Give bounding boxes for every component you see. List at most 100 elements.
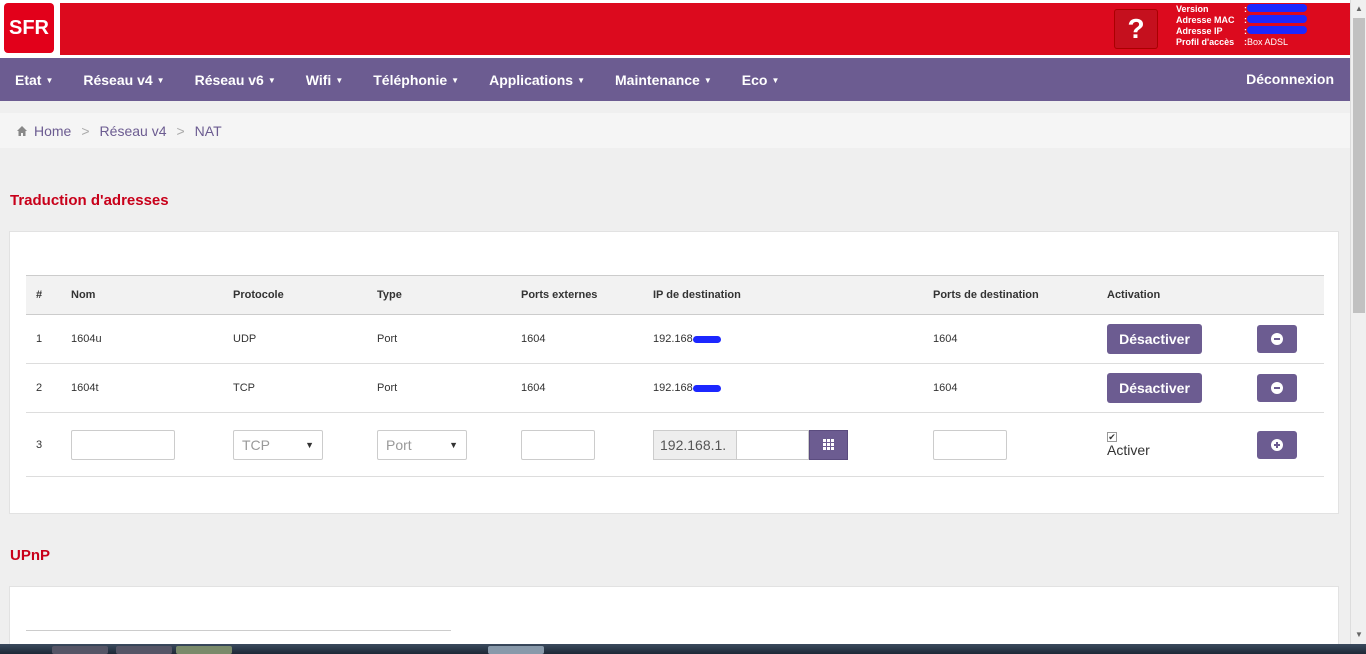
sfr-logo[interactable]: SFR (4, 3, 54, 53)
section-title-upnp: UPnP (10, 547, 51, 564)
activate-checkbox[interactable]: ✔ (1107, 431, 1117, 442)
new-rule-row: 3 TCP ▼ Port ▼ 192.168.1. ✔ Activer (26, 413, 1324, 477)
rule-destination-ports: 1604 (933, 333, 958, 345)
rule-destination-ip: 192.168 (653, 333, 693, 345)
nat-table: # Nom Protocole Type Ports externes IP d… (26, 275, 1324, 477)
rule-destination-ports: 1604 (933, 382, 958, 394)
row-number: 3 (36, 438, 43, 451)
ip-picker-button[interactable] (809, 429, 848, 460)
delete-rule-button[interactable] (1257, 325, 1297, 353)
redacted-mark (1247, 26, 1307, 34)
taskbar-app[interactable] (52, 646, 108, 654)
table-row: 2 1604t TCP Port 1604 192.168 1604 Désac… (26, 364, 1324, 413)
nav-applications[interactable]: Applications ▼ (474, 72, 600, 88)
redacted-mark (692, 335, 721, 343)
header: SFR ? Version: Adresse MAC: Adresse IP: … (0, 0, 1350, 58)
name-input[interactable] (71, 429, 175, 460)
caret-down-icon: ▼ (45, 76, 54, 86)
col-header: Ports externes (521, 289, 598, 301)
rule-name: 1604t (71, 382, 99, 394)
divider (26, 630, 451, 631)
nav-label: Réseau v6 (194, 71, 264, 88)
info-profile-value: Box ADSL (1247, 37, 1289, 47)
grid-icon (823, 439, 834, 450)
col-header: Activation (1107, 289, 1161, 301)
nav-label: Maintenance (615, 71, 700, 88)
delete-rule-button[interactable] (1257, 374, 1297, 402)
caret-down-icon: ▼ (267, 76, 276, 86)
ip-suffix-input[interactable] (736, 429, 809, 460)
nav-wifi[interactable]: Wifi ▼ (291, 72, 358, 88)
col-header: Protocole (233, 289, 284, 301)
rule-external-ports: 1604 (521, 382, 546, 394)
destination-ip-group: 192.168.1. (653, 429, 923, 460)
scrollbar-thumb[interactable] (1353, 18, 1365, 313)
rule-protocol: UDP (233, 333, 257, 345)
section-title-nat: Traduction d'adresses (10, 192, 169, 209)
caret-down-icon: ▼ (451, 76, 460, 86)
nav-eco[interactable]: Eco ▼ (727, 72, 795, 88)
help-button[interactable]: ? (1114, 9, 1158, 49)
scroll-up-icon[interactable]: ▲ (1355, 4, 1363, 13)
row-number: 1 (36, 333, 43, 345)
info-profile-label: Profil d'accès (1176, 37, 1235, 47)
add-rule-button[interactable] (1257, 430, 1297, 459)
upnp-panel (9, 586, 1339, 646)
nav-reseau-v6[interactable]: Réseau v6 ▼ (180, 72, 291, 88)
rule-external-ports: 1604 (521, 333, 546, 345)
redacted-mark (692, 384, 721, 392)
dropdown-arrow-icon: ▼ (449, 439, 458, 450)
rule-type: Port (377, 333, 398, 345)
minus-circle-icon (1271, 333, 1283, 345)
caret-down-icon: ▼ (335, 76, 344, 86)
table-header: # Nom Protocole Type Ports externes IP d… (26, 275, 1324, 315)
rule-protocol: TCP (233, 382, 255, 394)
caret-down-icon: ▼ (156, 76, 165, 86)
nav-etat[interactable]: Etat ▼ (0, 72, 68, 88)
destination-ports-input[interactable] (933, 429, 1007, 460)
col-header: Ports de destination (933, 289, 1039, 301)
breadcrumb-current: NAT (194, 122, 222, 139)
col-header: Type (377, 289, 402, 301)
plus-circle-icon (1271, 438, 1283, 451)
ip-prefix: 192.168.1. (653, 429, 736, 460)
breadcrumb-home[interactable]: Home (34, 123, 71, 139)
nav-reseau-v4[interactable]: Réseau v4 ▼ (68, 72, 179, 88)
nav-label: Réseau v4 (83, 71, 153, 88)
breadcrumb-reseau-v4[interactable]: Réseau v4 (100, 123, 167, 139)
deactivate-button[interactable]: Désactiver (1107, 324, 1202, 354)
scroll-down-icon[interactable]: ▼ (1355, 630, 1363, 639)
dropdown-arrow-icon: ▼ (305, 439, 314, 450)
minus-circle-icon (1271, 382, 1283, 394)
nav-label: Applications (489, 71, 574, 88)
scrollbar[interactable]: ▲ ▼ (1350, 0, 1366, 644)
rule-type: Port (377, 382, 398, 394)
caret-down-icon: ▼ (771, 76, 780, 86)
col-header: Nom (71, 289, 96, 301)
breadcrumb-separator: > (176, 122, 185, 139)
taskbar-app[interactable] (488, 646, 544, 654)
box-info: Version: Adresse MAC: Adresse IP: Profil… (1176, 4, 1307, 48)
col-header: IP de destination (653, 289, 741, 301)
nav-maintenance[interactable]: Maintenance ▼ (600, 72, 727, 88)
protocol-select[interactable]: TCP ▼ (233, 429, 323, 460)
nat-panel: # Nom Protocole Type Ports externes IP d… (9, 231, 1339, 514)
breadcrumb-separator: > (81, 122, 90, 139)
protocol-value: TCP (242, 436, 270, 453)
taskbar-app[interactable] (176, 646, 232, 654)
external-ports-input[interactable] (521, 429, 595, 460)
info-version-label: Version (1176, 4, 1209, 14)
taskbar (0, 644, 1366, 654)
col-header: # (36, 289, 43, 301)
nav-telephonie[interactable]: Téléphonie ▼ (358, 72, 474, 88)
logout-link[interactable]: Déconnexion (1246, 71, 1334, 87)
caret-down-icon: ▼ (577, 76, 586, 86)
deactivate-button[interactable]: Désactiver (1107, 373, 1202, 403)
breadcrumb: Home > Réseau v4 > NAT (0, 113, 1350, 148)
nav-label: Téléphonie (373, 71, 448, 88)
info-mac-label: Adresse MAC (1176, 15, 1235, 25)
taskbar-app[interactable] (116, 646, 172, 654)
row-number: 2 (36, 382, 43, 394)
main-nav: Etat ▼ Réseau v4 ▼ Réseau v6 ▼ Wifi ▼ Téléph… (0, 58, 1350, 101)
type-select[interactable]: Port ▼ (377, 429, 467, 460)
